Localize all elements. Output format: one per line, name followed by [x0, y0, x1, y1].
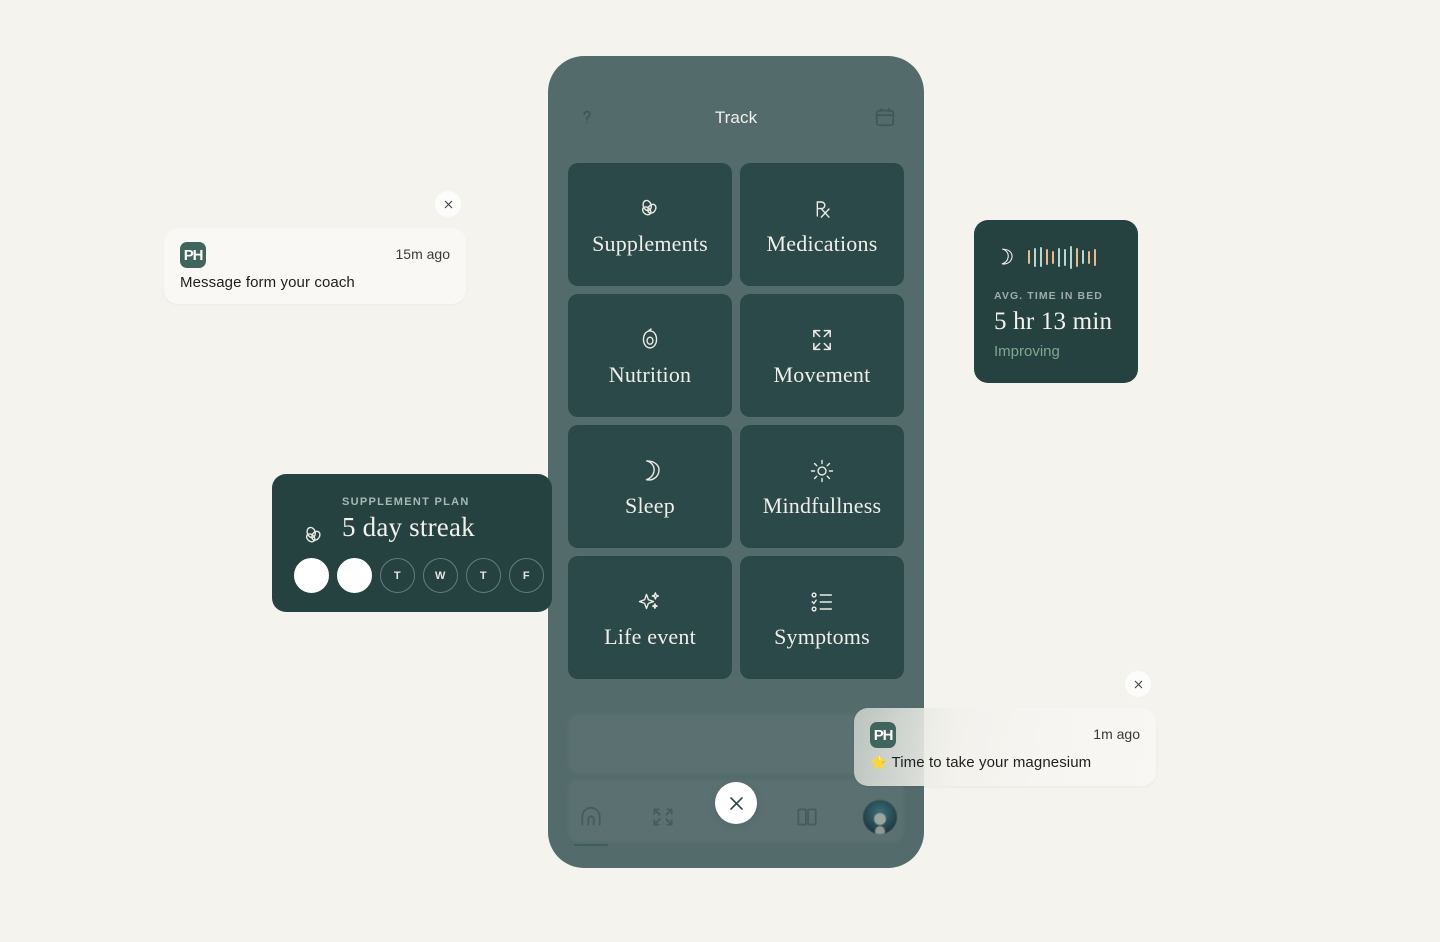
- sleep-bar: [1088, 250, 1090, 264]
- sleep-summary-card[interactable]: AVG. TIME IN BED 5 hr 13 min Improving: [974, 220, 1138, 383]
- notification-timestamp: 1m ago: [1093, 726, 1140, 742]
- sleep-card-header: [994, 242, 1118, 272]
- streak-day[interactable]: T: [380, 558, 415, 593]
- notification-message-text: Time to take your magnesium: [891, 754, 1092, 771]
- streak-day[interactable]: T: [466, 558, 501, 593]
- calendar-icon[interactable]: [872, 104, 898, 130]
- tile-label: Symptoms: [774, 624, 870, 649]
- expand-arrows-icon: [808, 325, 836, 355]
- notification-timestamp: 15m ago: [395, 246, 450, 262]
- tile-label: Movement: [773, 362, 871, 387]
- sleep-bar: [1034, 247, 1036, 267]
- streak-day[interactable]: W: [423, 558, 458, 593]
- pills-icon: [300, 522, 328, 550]
- moon-icon: [994, 246, 1016, 268]
- streak-day[interactable]: [294, 558, 329, 593]
- streak-day[interactable]: F: [509, 558, 544, 593]
- tile-label: Supplements: [592, 231, 708, 256]
- notification-close-button[interactable]: [1125, 671, 1151, 697]
- status-badge: Improving: [994, 343, 1060, 360]
- brand-logo-icon: PH: [180, 242, 206, 268]
- screen: Track Supplements Medications Nutrition …: [0, 0, 1440, 942]
- checklist-icon: [808, 587, 836, 617]
- sparkles-icon: [636, 587, 664, 617]
- sleep-bar: [1070, 245, 1072, 269]
- phone-header: Track: [548, 56, 924, 148]
- close-x-icon: [727, 794, 746, 813]
- notification-close-button[interactable]: [435, 191, 461, 217]
- supplement-card-kicker: SUPPLEMENT PLAN: [342, 496, 470, 508]
- avatar-icon: [863, 800, 897, 834]
- sleep-bar: [1058, 247, 1060, 267]
- notification-message: ⭐ Time to take your magnesium: [870, 754, 1140, 771]
- tile-label: Sleep: [625, 493, 675, 518]
- tile-nutrition[interactable]: Nutrition: [568, 294, 732, 417]
- nav-item-profile[interactable]: [859, 796, 901, 838]
- close-fab-button[interactable]: [715, 782, 757, 824]
- brand-logo-icon: PH: [870, 722, 896, 748]
- explore-arrows-icon: [650, 804, 676, 830]
- tile-life-event[interactable]: Life event: [568, 556, 732, 679]
- moon-icon: [636, 456, 664, 486]
- rx-prescription-icon: [808, 194, 836, 224]
- nav-item-home[interactable]: [570, 796, 612, 838]
- sleep-bar: [1094, 248, 1096, 266]
- sleep-bar: [1076, 247, 1078, 267]
- sleep-bar: [1064, 248, 1066, 266]
- close-x-icon: [443, 199, 454, 210]
- sleep-bar-chart: [1028, 244, 1096, 270]
- notification-magnesium-reminder[interactable]: PH 1m ago ⭐ Time to take your magnesium: [854, 708, 1156, 786]
- nav-item-library[interactable]: [786, 796, 828, 838]
- supplement-plan-card[interactable]: SUPPLEMENT PLAN 5 day streak T W T F: [272, 474, 552, 612]
- tile-medications[interactable]: Medications: [740, 163, 904, 286]
- notification-message: Message form your coach: [180, 274, 355, 291]
- sleep-card-kicker: AVG. TIME IN BED: [994, 290, 1103, 302]
- bottom-nav: [548, 778, 924, 868]
- nav-active-indicator: [574, 844, 608, 846]
- sleep-bar: [1082, 250, 1084, 264]
- tile-label: Medications: [766, 231, 878, 256]
- tile-supplements[interactable]: Supplements: [568, 163, 732, 286]
- supplement-card-value: 5 day streak: [342, 512, 475, 542]
- close-x-icon: [1133, 679, 1144, 690]
- sleep-bar: [1040, 247, 1042, 267]
- streak-day[interactable]: [337, 558, 372, 593]
- tile-label: Nutrition: [608, 362, 692, 387]
- tile-mindfullness[interactable]: Mindfullness: [740, 425, 904, 548]
- streak-day-list: T W T F: [294, 558, 544, 593]
- avocado-icon: [636, 325, 664, 355]
- tile-movement[interactable]: Movement: [740, 294, 904, 417]
- tile-label: Life event: [604, 624, 696, 649]
- tile-sleep[interactable]: Sleep: [568, 425, 732, 548]
- sun-icon: [808, 456, 836, 486]
- tile-symptoms[interactable]: Symptoms: [740, 556, 904, 679]
- notification-coach-message[interactable]: PH 15m ago Message form your coach: [164, 228, 466, 304]
- star-icon: ⭐: [870, 754, 888, 770]
- track-tile-grid: Supplements Medications Nutrition Moveme…: [568, 163, 904, 679]
- nav-item-explore[interactable]: [642, 796, 684, 838]
- sleep-card-value: 5 hr 13 min: [994, 308, 1113, 335]
- page-title: Track: [714, 108, 758, 127]
- pills-icon: [636, 194, 664, 224]
- home-icon: [578, 804, 604, 830]
- sleep-bar: [1028, 250, 1030, 264]
- notification-meta: PH 1m ago: [870, 722, 1140, 752]
- sleep-bar: [1046, 249, 1048, 265]
- notification-meta: PH 15m ago: [180, 242, 450, 272]
- tile-label: Mindfullness: [762, 493, 882, 518]
- sleep-bar: [1052, 250, 1054, 264]
- book-library-icon: [794, 804, 820, 830]
